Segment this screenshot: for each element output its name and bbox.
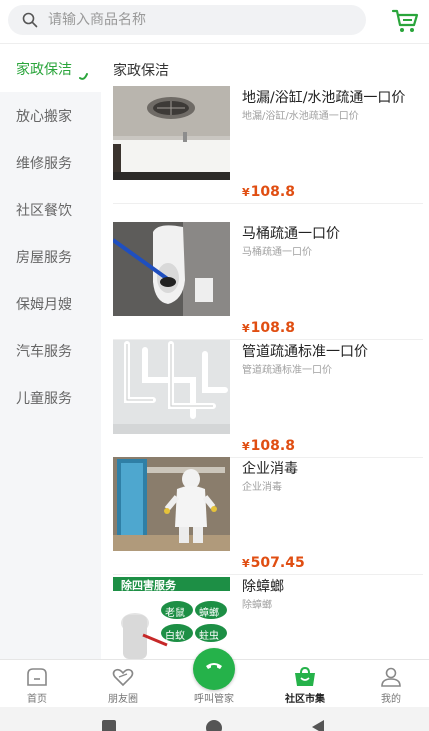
call-button[interactable] [193, 648, 235, 690]
phone-icon [206, 663, 222, 669]
product-name: 企业消毒 企业消毒 [242, 459, 418, 495]
product-image-toilet [113, 222, 230, 316]
search-box[interactable] [8, 5, 366, 35]
bottom-navigation: 首页 朋友圈 呼叫管家 社区市集 我的 [0, 648, 429, 708]
app-screen: 家政保洁 放心搬家 维修服务 社区餐饮 房屋服务 保姆月嫂 汽车服务 儿童服务 … [0, 0, 429, 731]
product-name: 除蟑螂 除蟑螂 [242, 577, 418, 613]
cart-icon[interactable] [391, 8, 419, 34]
nav-home[interactable]: 首页 [2, 660, 72, 708]
sidebar-item-repair[interactable]: 维修服务 [0, 139, 101, 186]
search-input[interactable] [48, 12, 338, 28]
currency-symbol: ¥ [242, 440, 250, 453]
sidebar-item-label: 房屋服务 [16, 249, 72, 266]
sidebar-item-label: 汽车服务 [16, 343, 72, 360]
product-price: ¥108.8 [242, 184, 295, 200]
product-subtitle: 企业消毒 [242, 482, 282, 493]
nav-call-butler[interactable]: 呼叫管家 [179, 648, 249, 708]
poster-banner-text: 除四害服务 [121, 579, 176, 592]
poster-tag: 蛀虫 [199, 631, 219, 642]
nav-label: 我的 [381, 694, 401, 705]
product-card[interactable]: 马桶疏通一口价 马桶疏通一口价 ¥108.8 [113, 222, 423, 340]
product-name: 地漏/浴缸/水池疏通一口价 地漏/浴缸/水池疏通一口价 [242, 88, 418, 124]
nav-community-market[interactable]: 社区市集 [270, 660, 340, 708]
home-circle-icon[interactable] [206, 720, 222, 731]
sidebar-item-housing[interactable]: 房屋服务 [0, 233, 101, 280]
category-sidebar: 家政保洁 放心搬家 维修服务 社区餐饮 房屋服务 保姆月嫂 汽车服务 儿童服务 [0, 45, 101, 659]
currency-symbol: ¥ [242, 557, 250, 570]
category-title: 家政保洁 [113, 63, 169, 79]
product-subtitle: 管道疏通标准一口价 [242, 365, 332, 376]
friends-heart-icon [112, 668, 134, 687]
product-name: 管道疏通标准一口价 管道疏通标准一口价 [242, 342, 418, 378]
currency-symbol: ¥ [242, 322, 250, 335]
top-bar [0, 0, 429, 44]
product-image-pest-control: 除四害服务 老鼠 蟑螂 白蚁 蛀虫 [113, 575, 230, 659]
back-triangle-icon[interactable] [310, 719, 326, 731]
product-subtitle: 地漏/浴缸/水池疏通一口价 [242, 111, 359, 122]
product-image-disinfection [113, 457, 230, 551]
sidebar-item-moving[interactable]: 放心搬家 [0, 92, 101, 139]
product-card[interactable]: 管道疏通标准一口价 管道疏通标准一口价 ¥108.8 [113, 340, 423, 458]
sidebar-item-label: 儿童服务 [16, 390, 72, 407]
poster-tag: 老鼠 [165, 608, 185, 619]
poster-tag: 蟑螂 [199, 608, 219, 619]
nav-friends[interactable]: 朋友圈 [88, 660, 158, 708]
basket-icon [295, 666, 315, 686]
product-price: ¥108.8 [242, 438, 295, 454]
system-navigation-bar [0, 707, 429, 731]
nav-label: 社区市集 [285, 694, 325, 705]
active-indicator-icon [79, 73, 88, 80]
search-icon [22, 12, 38, 28]
price-value: 108.8 [250, 438, 295, 454]
price-value: 507.45 [250, 555, 305, 571]
product-card[interactable]: 企业消毒 企业消毒 ¥507.45 [113, 457, 423, 575]
price-value: 108.8 [250, 320, 295, 336]
sidebar-item-car[interactable]: 汽车服务 [0, 327, 101, 374]
poster-tag: 白蚁 [165, 631, 185, 642]
recent-apps-icon[interactable] [102, 720, 116, 731]
sidebar-item-label: 放心搬家 [16, 108, 72, 125]
nav-label: 首页 [27, 694, 47, 705]
product-card[interactable]: 地漏/浴缸/水池疏通一口价 地漏/浴缸/水池疏通一口价 ¥108.8 [113, 86, 423, 204]
product-price: ¥108.8 [242, 320, 295, 336]
user-icon [381, 667, 401, 687]
product-card[interactable]: 除四害服务 老鼠 蟑螂 白蚁 蛀虫 除蟑螂 除蟑螂 [113, 575, 423, 659]
price-value: 108.8 [250, 184, 295, 200]
product-subtitle: 马桶疏通一口价 [242, 247, 312, 258]
sidebar-item-label: 家政保洁 [16, 61, 72, 78]
product-subtitle: 除蟑螂 [242, 600, 272, 611]
sidebar-item-catering[interactable]: 社区餐饮 [0, 186, 101, 233]
product-list-panel: 家政保洁 地漏/浴缸/水池疏通一口价 地漏/浴缸/水池疏通一口价 ¥108.8 … [101, 45, 429, 659]
product-image-pipes [113, 340, 230, 434]
sidebar-item-label: 保姆月嫂 [16, 296, 72, 313]
nav-mine[interactable]: 我的 [356, 660, 426, 708]
sidebar-item-label: 维修服务 [16, 155, 72, 172]
sidebar-item-label: 社区餐饮 [16, 202, 72, 219]
nav-label: 朋友圈 [108, 694, 138, 705]
currency-symbol: ¥ [242, 186, 250, 199]
sidebar-item-housekeeping[interactable]: 家政保洁 [0, 45, 101, 92]
product-name: 马桶疏通一口价 马桶疏通一口价 [242, 224, 418, 260]
sidebar-item-nanny[interactable]: 保姆月嫂 [0, 280, 101, 327]
sidebar-item-children[interactable]: 儿童服务 [0, 374, 101, 421]
home-icon [27, 668, 47, 686]
product-price: ¥507.45 [242, 555, 305, 571]
product-image-sink [113, 86, 230, 180]
nav-label: 呼叫管家 [194, 694, 234, 705]
